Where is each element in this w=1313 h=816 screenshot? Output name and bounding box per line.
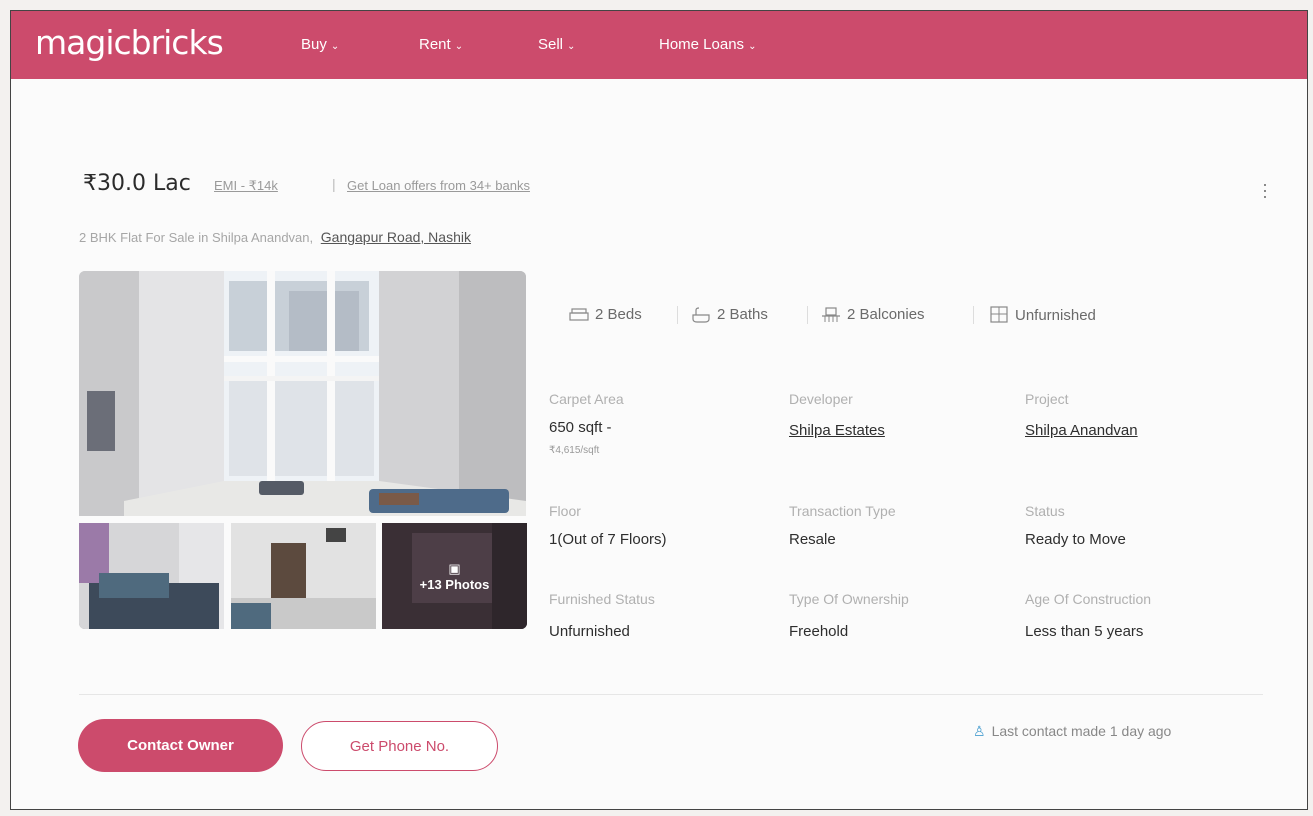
nav-rent[interactable]: Rent ⌄ (419, 36, 463, 53)
listing-page: magicbricks Buy ⌄ Rent ⌄ Sell ⌄ Home Loans ⌄… (10, 10, 1308, 810)
stat-furnishing: Unfurnished (989, 306, 1096, 324)
ownership-type-value: Freehold (789, 623, 849, 640)
listing-price: ₹30.0 Lac (83, 171, 191, 196)
nav-home-loans[interactable]: Home Loans ⌄ (659, 36, 756, 53)
furnished-status-label: Furnished Status (549, 591, 655, 607)
bath-icon (692, 306, 710, 323)
nav-rent-label: Rent (419, 36, 451, 53)
transaction-type-label: Transaction Type (789, 503, 896, 519)
age-of-construction-label: Age Of Construction (1025, 591, 1152, 607)
chevron-down-icon: ⌄ (330, 41, 340, 52)
get-phone-button[interactable]: Get Phone No. (301, 721, 498, 771)
age-of-construction-value: Less than 5 years (1025, 623, 1144, 640)
stat-baths-label: 2 Baths (717, 306, 768, 323)
floor-value: 1(Out of 7 Floors) (549, 531, 667, 548)
listing-subtitle: 2 BHK Flat For Sale in Shilpa Anandvan, … (79, 229, 471, 245)
developer-link[interactable]: Shilpa Estates (789, 422, 885, 439)
emi-link[interactable]: EMI - ₹14k (214, 178, 278, 194)
transaction-type-value: Resale (789, 531, 836, 548)
section-divider (79, 694, 1263, 695)
more-photos-label: +13 Photos (419, 576, 490, 592)
person-icon: ♙ (973, 723, 986, 739)
chevron-down-icon: ⌄ (454, 41, 464, 52)
stat-separator (677, 306, 678, 324)
carpet-area-label: Carpet Area (549, 391, 624, 407)
balcony-icon (822, 306, 840, 322)
furnishing-icon (990, 306, 1008, 323)
stat-balconies: 2 Balconies (821, 306, 925, 323)
carpet-area-value: 650 sqft - (549, 419, 612, 436)
status-label: Status (1025, 503, 1065, 519)
nav-buy-label: Buy (301, 36, 327, 53)
bed-icon (569, 307, 589, 321)
more-options-icon[interactable]: · · · (1259, 175, 1271, 205)
location-link[interactable]: Gangapur Road, Nashik (321, 229, 471, 245)
chevron-down-icon: ⌄ (748, 41, 757, 52)
stat-beds: 2 Beds (569, 306, 642, 323)
stat-separator (973, 306, 974, 324)
photo-thumbnail[interactable] (79, 523, 224, 629)
divider-bar: | (332, 176, 336, 192)
last-contact-text: Last contact made 1 day ago (991, 723, 1172, 739)
nav-sell[interactable]: Sell ⌄ (538, 36, 575, 53)
contact-owner-button[interactable]: Contact Owner (78, 719, 283, 772)
photo-icon: ▣ (448, 560, 461, 576)
floor-label: Floor (549, 503, 581, 519)
stat-balconies-label: 2 Balconies (847, 306, 925, 323)
stat-furnishing-label: Unfurnished (1015, 306, 1096, 324)
furnished-status-value: Unfurnished (549, 623, 630, 640)
listing-title: 2 BHK Flat For Sale in Shilpa Anandvan, (79, 230, 314, 245)
top-navbar: magicbricks Buy ⌄ Rent ⌄ Sell ⌄ Home Loans ⌄ (11, 11, 1307, 79)
stat-beds-label: 2 Beds (595, 306, 642, 323)
loan-offers-link[interactable]: Get Loan offers from 34+ banks (347, 178, 530, 193)
stat-separator (807, 306, 808, 324)
magicbricks-logo[interactable]: magicbricks (35, 23, 224, 62)
stat-baths: 2 Baths (691, 306, 768, 323)
nav-buy[interactable]: Buy ⌄ (301, 36, 339, 53)
ownership-type-label: Type Of Ownership (789, 591, 909, 607)
more-photos-overlay: ▣ +13 Photos (382, 523, 527, 629)
developer-label: Developer (789, 391, 853, 407)
photo-thumbnail-more[interactable]: ▣ +13 Photos (382, 523, 527, 629)
nav-sell-label: Sell (538, 36, 564, 53)
price-per-sqft: ₹4,615/sqft (549, 445, 600, 456)
chevron-down-icon: ⌄ (567, 41, 576, 52)
nav-home-loans-label: Home Loans (659, 36, 745, 53)
project-link[interactable]: Shilpa Anandvan (1025, 422, 1138, 439)
main-photo[interactable] (79, 271, 526, 516)
photo-thumbnail[interactable] (231, 523, 376, 629)
status-value: Ready to Move (1025, 531, 1126, 548)
last-contact-info: ♙ Last contact made 1 day ago (973, 723, 1171, 740)
project-label: Project (1025, 391, 1069, 407)
